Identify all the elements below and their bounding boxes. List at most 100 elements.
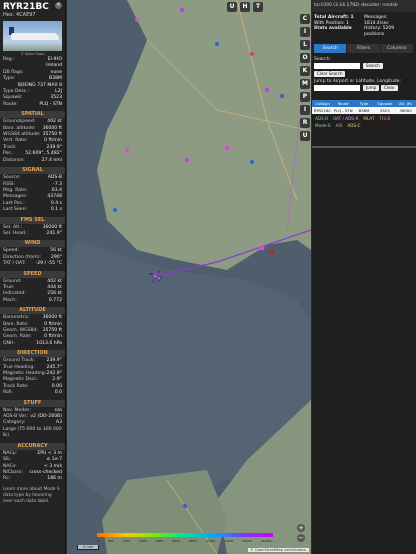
map-button-t[interactable]: T [253,2,263,12]
section-row: Large (75 000 to 300 000 lb) [0,427,65,440]
legend-label: 10000 [205,539,215,543]
section-key: Rc: [3,476,11,482]
section-row: Last Seen: 0.1 s [0,207,65,213]
aircraft-list-panel: tar1090 (3.14.1792) decoder: readsb Tota… [312,0,416,554]
legend-label: 20000 [223,539,234,543]
readsb-link[interactable]: readsb [382,3,397,8]
section-header[interactable]: STUFF [0,399,65,407]
section-header[interactable]: WIND [0,240,65,248]
legend-label: 0 [97,539,99,543]
map-attribution[interactable]: © OpenStreetMap contributors. [248,548,309,552]
hex-label: Hex: [3,12,15,18]
photo-plane [11,33,59,40]
hex-value[interactable]: 4CAE97 [16,12,36,18]
table-row[interactable]: RYR21BC PLQ - STN B38M 3523 36000 [312,107,416,115]
section-header[interactable]: SPATIAL [0,111,65,119]
section-key: Large (75 000 to 300 000 lb) [3,426,62,439]
legend-label: 500 [107,539,114,543]
search-label: Search: [314,57,331,63]
side-button[interactable]: L [300,40,310,50]
table-header: Callsign Route Type Squawk Alt. (ft) [312,100,416,108]
jump-label: Jump to Airport or Latitude, Longitude: [314,79,401,85]
map-button-u[interactable]: U [227,2,237,12]
section-header[interactable]: FMS SEL [0,216,65,224]
search-button[interactable]: Search [363,63,383,70]
table-cell: 36000 [399,108,412,114]
legend-label: 6000 [172,539,180,543]
version-text: (3.14.1792) decoder: [333,3,381,8]
section-header[interactable]: ALTITUDE [0,307,65,315]
section-header[interactable]: DIRECTION [0,350,65,358]
table-cell: B38M [358,108,370,114]
table-header-cell[interactable]: Callsign [312,100,333,107]
legend-label: 2000 [139,539,147,543]
source-legend: ADS-B UAT / ADS-R MLAT TIS-B Mode-S AIS ADS-C [312,114,416,132]
side-button[interactable]: R [300,118,310,128]
close-icon[interactable]: ✕ [55,2,62,9]
side-button[interactable]: I [300,105,310,115]
side-button[interactable]: C [300,14,310,24]
source-badge: ADS-C [347,123,361,129]
clear-search-button[interactable]: Clear Search [314,71,346,78]
jump-input[interactable] [314,85,360,92]
tar1090-link[interactable]: tar1090 [314,3,332,8]
footer-note: Learn more about Mode S data type by hov… [3,486,60,504]
section-value: 0.772 [48,297,62,303]
jump-button[interactable]: Jump [363,85,380,92]
section-value: 0.1 s [50,207,62,213]
altitude-legend-labels: 0 500 1000 2000 4000 6000 8000 10000 20000 30000 4… [97,539,273,543]
side-button[interactable]: I [300,27,310,37]
side-button[interactable]: U [300,131,310,141]
aircraft-info-rows: Reg.: EI-IHO Ireland DB flags: none Type: B38M… [0,57,65,108]
search-input[interactable] [314,63,360,70]
zoom-out-button[interactable]: − [297,534,305,542]
table-cell: PLQ - STN [333,108,353,114]
panel-header: tar1090 (3.14.1792) decoder: readsb [312,0,416,12]
map-side-toolbar: CILOKMPIRU [300,14,311,144]
stats-available[interactable]: Stats available [314,26,364,37]
side-button[interactable]: O [300,53,310,63]
history-count: History: 5209 positions [364,26,395,37]
clear-button[interactable]: Clear [381,85,398,92]
stats-block: Total Aircraft: 1 Messages: With Positio… [312,12,416,40]
altitude-legend-bar [97,533,273,537]
tab-filters[interactable]: Filters [347,44,380,54]
side-button[interactable]: K [300,66,310,76]
source-badge: MLAT [363,116,375,122]
search-controls: Search: Search Clear Search Jump to Airp… [312,53,416,97]
aircraft-photo[interactable] [3,21,62,51]
legend-label: 40000+ [260,539,273,543]
section-key: QNH: [3,340,16,346]
source-badge: Mode-S [315,123,331,129]
zoom-in-button[interactable]: + [297,524,305,532]
aircraft-sections: SPATIAL Groundspeed: 402 kt Baro. altitude:… [0,111,65,482]
tab-search[interactable]: Search [314,44,347,54]
section-key: Sel. Head.: [3,230,28,236]
source-badge: TIS-B [379,116,391,122]
table-header-cell[interactable]: Type [354,100,375,107]
table-header-cell[interactable]: Alt. (ft) [395,100,416,107]
aircraft-hex: Hex: 4CAE97 [0,12,65,18]
section-value: -29 / -55 °C [35,261,62,267]
section-header[interactable]: ACCURACY [0,442,65,450]
info-value: PLQ - STN [39,101,62,107]
map-canvas[interactable]: U H T 0 500 1000 2000 4000 6000 8000 10000 20000… [67,0,311,554]
source-badge: UAT / ADS-R [332,116,359,122]
table-header-cell[interactable]: Squawk [374,100,395,107]
table-cell: RYR21BC [313,108,332,114]
section-value: 241.9° [46,230,62,236]
side-button[interactable]: P [300,92,310,102]
aircraft-info-panel: ✕ RYR21BC Hex: 4CAE97 © Björn Hubo Reg.:… [0,0,66,554]
section-row: TAT / OAT: -29 / -55 °C [0,261,65,267]
section-header[interactable]: SIGNAL [0,167,65,175]
section-value: 0.0 [54,390,62,396]
legend-label: 1000 [122,539,131,543]
table-header-cell[interactable]: Route [333,100,354,107]
side-button[interactable]: M [300,79,310,89]
map-button-h[interactable]: H [240,2,250,12]
section-row: Sel. Head.: 241.9° [0,231,65,237]
section-row: Mach: 0.772 [0,298,65,304]
pane-divider[interactable] [312,146,416,148]
tab-columns[interactable]: Columns [380,44,413,54]
section-header[interactable]: SPEED [0,270,65,278]
